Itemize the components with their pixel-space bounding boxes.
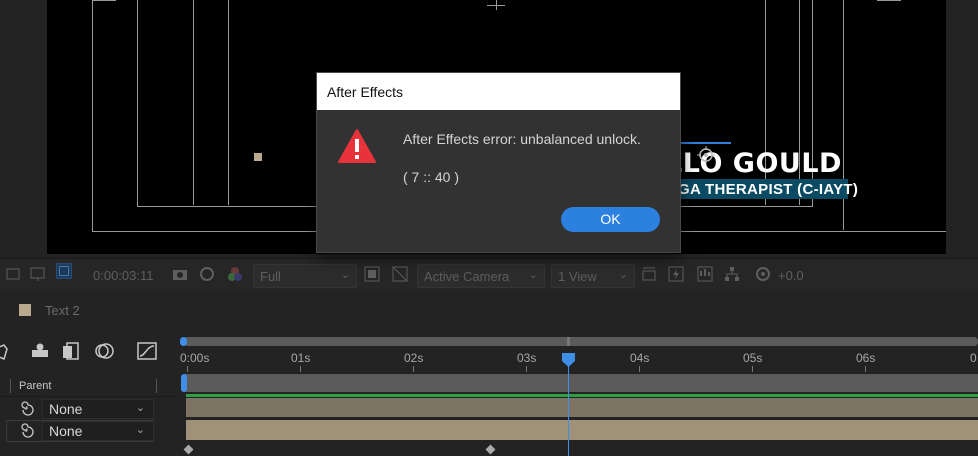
- warning-triangle-icon: [338, 129, 376, 163]
- time-navigator-start-handle[interactable]: [180, 337, 187, 346]
- toggle-pixel-aspect-icon[interactable]: [641, 266, 657, 282]
- transparency-grid-icon[interactable]: [56, 263, 72, 279]
- fast-previews-icon[interactable]: [668, 266, 684, 282]
- time-navigator[interactable]: [184, 337, 978, 346]
- layer-row[interactable]: None ⌄: [0, 398, 178, 419]
- column-divider: [10, 379, 11, 393]
- work-area-start-handle[interactable]: [181, 374, 187, 392]
- tab-timeline-text-2[interactable]: Text 2: [45, 303, 80, 318]
- guide-line: [193, 0, 194, 205]
- dialog-title: After Effects: [327, 84, 403, 100]
- parent-value: None: [49, 401, 83, 417]
- ruler-tick: [413, 366, 414, 372]
- chevron-down-icon: ⌄: [340, 269, 350, 281]
- dialog-titlebar[interactable]: After Effects: [317, 73, 680, 110]
- corner-mark: [877, 0, 901, 1]
- views-dropdown[interactable]: 1 View ⌄: [551, 264, 635, 288]
- ruler-label: 01s: [291, 351, 311, 365]
- layer-color-swatch: [19, 304, 31, 316]
- layer-duration-bar-selected[interactable]: [186, 420, 978, 440]
- exposure-value[interactable]: +0.0: [778, 268, 804, 283]
- parent-value: None: [49, 423, 83, 439]
- parent-dropdown[interactable]: None ⌄: [42, 399, 154, 419]
- show-snapshot-icon[interactable]: [199, 266, 215, 282]
- transform-gizmo-icon[interactable]: [697, 146, 715, 164]
- frame-blending-icon[interactable]: [62, 342, 80, 360]
- color-channel-icon[interactable]: [227, 266, 243, 282]
- keyframe-icon[interactable]: [485, 444, 496, 455]
- magnification-icon[interactable]: [6, 266, 22, 282]
- keyframe-icon[interactable]: [183, 444, 194, 455]
- timeline-panel-header: [0, 291, 978, 333]
- chevron-down-icon: ⌄: [135, 424, 145, 436]
- ruler-tick: [639, 366, 640, 372]
- region-of-interest-icon[interactable]: [30, 266, 46, 282]
- viewer-toolbar: 0:00:03:11 Full ⌄ Active Camera ⌄ 1 View…: [0, 258, 978, 291]
- layer-duration-bar[interactable]: [186, 398, 978, 417]
- ruler-label: 0: [970, 351, 977, 365]
- lower-third-subtitle: GA THERAPIST (C-IAYT): [678, 181, 859, 198]
- layer-columns-header: Parent: [0, 376, 178, 397]
- error-dialog[interactable]: After Effects After Effects error: unbal…: [316, 72, 681, 253]
- corner-mark: [92, 0, 116, 1]
- anchor-point-handle[interactable]: [254, 153, 262, 161]
- dialog-message: After Effects error: unbalanced unlock.: [403, 131, 641, 147]
- ruler-label: 06s: [856, 351, 876, 365]
- camera-value: Active Camera: [424, 269, 510, 284]
- current-time-indicator[interactable]: [561, 352, 576, 368]
- ruler-label: 05s: [743, 351, 763, 365]
- parent-column-header[interactable]: Parent: [19, 380, 51, 392]
- views-value: 1 View: [558, 269, 597, 284]
- ruler-label: 0:00s: [180, 351, 210, 365]
- fast-preview-icon[interactable]: [364, 266, 380, 282]
- center-crosshair-h: [487, 5, 505, 6]
- pick-whip-icon[interactable]: [18, 422, 34, 438]
- column-divider: [156, 379, 157, 393]
- timeline-toggle-icon[interactable]: [697, 266, 713, 282]
- chevron-down-icon: ⌄: [528, 269, 538, 281]
- current-time-indicator-line: [568, 356, 569, 456]
- layer-range-bar: [186, 394, 978, 397]
- layer-row[interactable]: None ⌄: [0, 420, 178, 442]
- ok-button[interactable]: OK: [561, 207, 660, 232]
- ruler-tick: [526, 366, 527, 372]
- toggle-transparency-icon[interactable]: [392, 266, 408, 282]
- ruler-label: 02s: [404, 351, 424, 365]
- camera-dropdown[interactable]: Active Camera ⌄: [417, 264, 545, 288]
- graph-editor-icon[interactable]: [137, 342, 157, 360]
- ruler-label: 03s: [517, 351, 537, 365]
- current-time-display[interactable]: 0:00:03:11: [93, 268, 153, 283]
- motion-blur-icon[interactable]: [94, 342, 114, 360]
- chevron-down-icon: ⌄: [135, 402, 145, 414]
- lower-third-name: LLO GOULD: [665, 148, 842, 179]
- ruler-tick: [187, 366, 188, 372]
- ruler-tick: [752, 366, 753, 372]
- work-area-marker: [567, 337, 570, 346]
- draft-3d-icon[interactable]: [0, 344, 8, 360]
- resolution-dropdown[interactable]: Full ⌄: [253, 264, 357, 288]
- snapshot-icon[interactable]: [172, 266, 188, 282]
- parent-dropdown[interactable]: None ⌄: [42, 421, 154, 441]
- reset-exposure-icon[interactable]: [755, 266, 771, 282]
- resolution-value: Full: [260, 269, 281, 284]
- flowchart-icon[interactable]: [724, 266, 740, 282]
- chevron-down-icon: ⌄: [618, 269, 628, 281]
- ruler-tick: [865, 366, 866, 372]
- guide-line: [228, 0, 229, 205]
- lower-third-accent-line: [673, 142, 731, 144]
- timeline-switches-bar: [0, 334, 178, 370]
- pick-whip-icon[interactable]: [18, 400, 34, 416]
- ruler-label: 04s: [630, 351, 650, 365]
- hide-shy-layers-icon[interactable]: [30, 342, 50, 360]
- ruler-tick: [300, 366, 301, 372]
- work-area-bar[interactable]: [184, 374, 978, 392]
- dialog-error-code: ( 7 :: 40 ): [403, 169, 460, 185]
